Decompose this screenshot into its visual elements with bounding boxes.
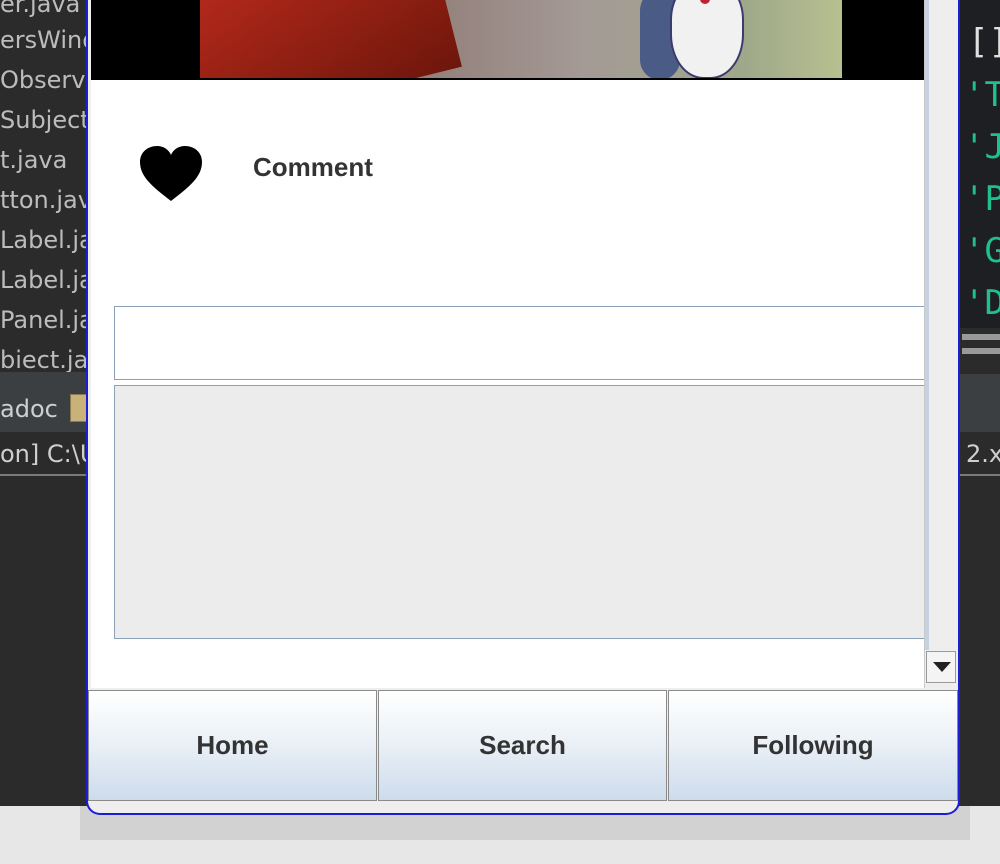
code-line: 'To	[964, 75, 1000, 115]
video-thumbnail	[200, 0, 842, 78]
comment-input[interactable]	[114, 306, 924, 380]
triangle-down-icon	[933, 662, 951, 672]
post-scroll-viewport[interactable]: Comment	[91, 0, 924, 688]
vertical-scrollbar[interactable]	[924, 0, 958, 688]
scroll-down-button[interactable]	[926, 651, 956, 683]
code-bracket: []	[968, 22, 1000, 62]
code-line: 'Ja	[964, 127, 1000, 167]
search-button[interactable]: Search	[378, 690, 667, 801]
ide-console-suffix: 2.x	[966, 440, 1000, 468]
code-line: 'Da	[964, 283, 1000, 323]
video-player[interactable]	[91, 0, 924, 80]
ide-tab-javadoc[interactable]: adoc	[0, 395, 58, 423]
ide-file-list: er.java ersWindow Observer Subject t.jav…	[0, 0, 132, 374]
ide-console-path: on] C:\U	[0, 440, 98, 468]
scrollbar-track[interactable]	[925, 0, 929, 650]
home-button[interactable]: Home	[88, 690, 377, 801]
code-line: 'Gu	[964, 231, 1000, 271]
comment-label: Comment	[253, 152, 373, 182]
comments-text-area[interactable]	[114, 385, 924, 639]
code-line: 'Pr	[964, 179, 1000, 219]
ide-horizontal-scrollbar[interactable]	[960, 328, 1000, 374]
app-window: Comment Home Search Following	[86, 0, 960, 815]
ide-divider	[0, 372, 90, 380]
ide-file-item[interactable]: t.java	[0, 140, 67, 180]
bottom-nav: Home Search Following	[88, 690, 958, 803]
ide-file-item[interactable]: Subject	[0, 100, 90, 140]
heart-icon	[140, 146, 202, 201]
like-button[interactable]	[139, 145, 203, 203]
following-button[interactable]: Following	[668, 690, 958, 801]
ide-right-tabbar	[960, 374, 1000, 432]
